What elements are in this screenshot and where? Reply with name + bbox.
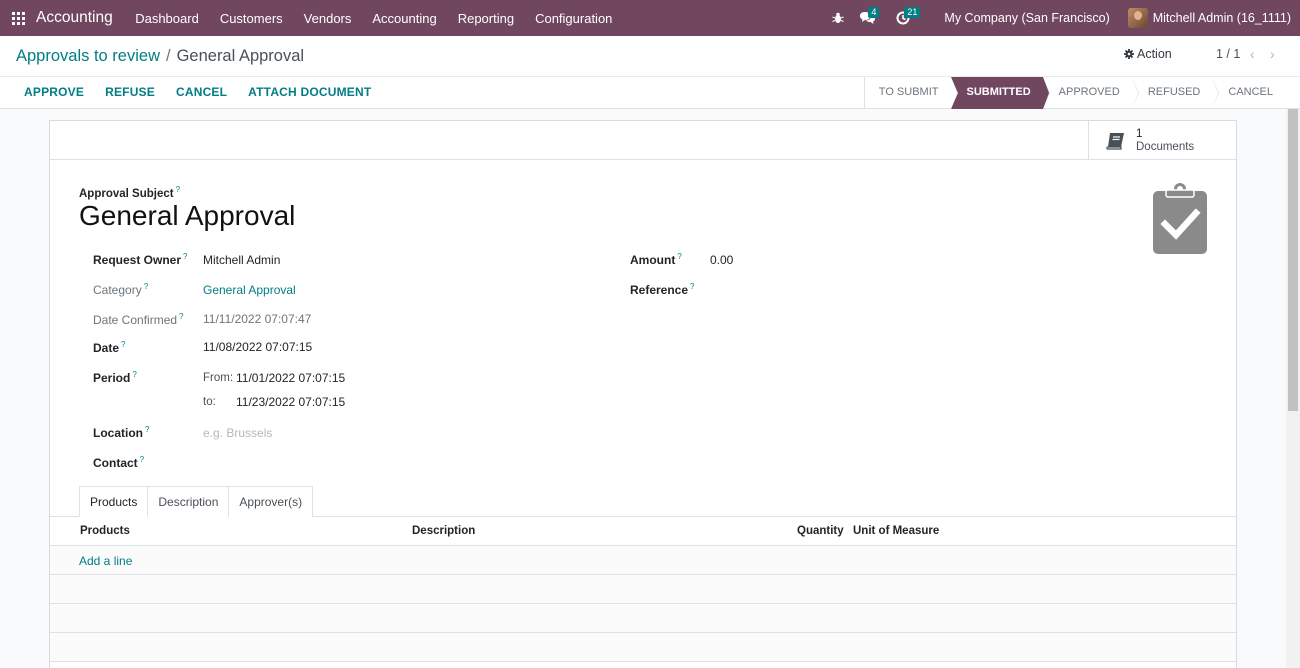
app-name[interactable]: Accounting bbox=[36, 9, 113, 27]
book-icon bbox=[1106, 132, 1124, 150]
category-label: Category? bbox=[93, 282, 149, 297]
location-label: Location? bbox=[93, 425, 150, 440]
activities-badge: 21 bbox=[904, 7, 921, 18]
documents-count: 1 bbox=[1136, 128, 1143, 140]
date-confirmed-label: Date Confirmed? bbox=[93, 312, 184, 327]
add-line-link[interactable]: Add a line bbox=[79, 554, 132, 568]
avatar bbox=[1127, 8, 1148, 28]
menu-configuration[interactable]: Configuration bbox=[525, 11, 623, 26]
column-products[interactable]: Products bbox=[80, 525, 130, 537]
messages-icon[interactable]: 4 bbox=[852, 0, 888, 36]
amount-field[interactable]: 0.00 bbox=[710, 253, 733, 267]
request-owner-field[interactable]: Mitchell Admin bbox=[203, 253, 280, 267]
menu-customers[interactable]: Customers bbox=[209, 11, 293, 26]
date-field[interactable]: 11/08/2022 07:07:15 bbox=[203, 340, 312, 354]
main-menu: Dashboard Customers Vendors Accounting R… bbox=[125, 11, 623, 26]
refuse-button[interactable]: REFUSE bbox=[105, 85, 155, 99]
help-icon[interactable]: ? bbox=[140, 455, 144, 464]
page-title[interactable]: General Approval bbox=[79, 200, 295, 232]
column-description[interactable]: Description bbox=[412, 525, 475, 537]
period-from-field[interactable]: 11/01/2022 07:07:15 bbox=[236, 371, 345, 385]
column-unit-of-measure[interactable]: Unit of Measure bbox=[853, 525, 939, 537]
breadcrumb-separator: / bbox=[165, 47, 171, 65]
help-icon[interactable]: ? bbox=[690, 282, 694, 291]
documents-label: Documents bbox=[1136, 141, 1195, 153]
help-icon[interactable]: ? bbox=[144, 282, 148, 291]
help-icon[interactable]: ? bbox=[179, 312, 183, 321]
notebook-tabs: Products Description Approver(s) bbox=[79, 486, 314, 517]
pager-previous-button[interactable]: ‹ bbox=[1250, 46, 1255, 62]
reference-label: Reference? bbox=[630, 282, 695, 297]
location-input[interactable]: e.g. Brussels bbox=[203, 426, 272, 440]
breadcrumb-parent[interactable]: Approvals to review bbox=[16, 47, 160, 66]
app-menu-icon[interactable] bbox=[0, 0, 36, 36]
stage-to-submit[interactable]: TO SUBMIT bbox=[865, 77, 958, 109]
help-icon[interactable]: ? bbox=[183, 252, 187, 261]
stage-approved[interactable]: APPROVED bbox=[1043, 77, 1139, 109]
help-icon[interactable]: ? bbox=[132, 370, 136, 379]
breadcrumb: Approvals to review / General Approval bbox=[16, 47, 304, 66]
help-icon[interactable]: ? bbox=[677, 252, 681, 261]
documents-smart-button[interactable]: 1 Documents bbox=[1088, 121, 1236, 160]
column-quantity[interactable]: Quantity bbox=[797, 525, 844, 537]
request-owner-label: Request Owner? bbox=[93, 252, 188, 267]
top-navbar: Accounting Dashboard Customers Vendors A… bbox=[0, 0, 1300, 36]
smart-button-box: 1 Documents bbox=[50, 121, 1236, 160]
table-row: Add a line bbox=[50, 546, 1236, 575]
form-sheet: 1 Documents Approval Subject? General Ap… bbox=[49, 120, 1237, 668]
stage-cancel[interactable]: CANCEL bbox=[1212, 77, 1285, 109]
company-switcher[interactable]: My Company (San Francisco) bbox=[944, 11, 1109, 25]
table-row bbox=[50, 575, 1236, 604]
contact-label: Contact? bbox=[93, 455, 145, 470]
period-to-field[interactable]: 11/23/2022 07:07:15 bbox=[236, 395, 345, 409]
reference-input[interactable] bbox=[710, 282, 1010, 298]
page-scrollbar[interactable] bbox=[1286, 109, 1300, 668]
table-header: Products Description Quantity Unit of Me… bbox=[50, 517, 1236, 546]
date-confirmed-value: 11/11/2022 07:07:47 bbox=[203, 312, 312, 326]
cancel-button[interactable]: CANCEL bbox=[176, 85, 227, 99]
user-menu[interactable]: Mitchell Admin (16_1111) bbox=[1127, 8, 1300, 28]
approve-button[interactable]: APPROVE bbox=[24, 85, 84, 99]
header-buttons: APPROVE REFUSE CANCEL ATTACH DOCUMENT bbox=[24, 85, 392, 99]
amount-label: Amount? bbox=[630, 252, 682, 267]
action-label: Action bbox=[1137, 47, 1172, 61]
menu-dashboard[interactable]: Dashboard bbox=[125, 11, 210, 26]
table-row bbox=[50, 633, 1236, 662]
stage-refused[interactable]: REFUSED bbox=[1132, 77, 1219, 109]
approval-subject-label: Approval Subject? bbox=[79, 185, 181, 200]
tab-products[interactable]: Products bbox=[79, 486, 149, 517]
date-label: Date? bbox=[93, 340, 126, 355]
period-from-label: From: bbox=[203, 372, 234, 384]
pager-value[interactable]: 1 / 1 bbox=[1216, 47, 1240, 61]
attach-document-button[interactable]: ATTACH DOCUMENT bbox=[248, 85, 371, 99]
control-panel: Approvals to review / General Approval A… bbox=[0, 36, 1300, 109]
messages-badge: 4 bbox=[868, 7, 880, 18]
status-bar: TO SUBMIT SUBMITTED APPROVED REFUSED CAN… bbox=[863, 77, 1285, 109]
activities-clock-icon[interactable]: 21 bbox=[888, 0, 924, 36]
help-icon[interactable]: ? bbox=[176, 185, 180, 194]
period-label: Period? bbox=[93, 370, 137, 385]
stage-submitted[interactable]: SUBMITTED bbox=[950, 77, 1050, 109]
menu-reporting[interactable]: Reporting bbox=[447, 11, 524, 26]
clipboard-check-icon bbox=[1152, 183, 1208, 258]
period-to-label: to: bbox=[203, 396, 216, 408]
tab-description[interactable]: Description bbox=[147, 486, 230, 517]
tab-approvers[interactable]: Approver(s) bbox=[228, 486, 314, 517]
contact-input[interactable] bbox=[203, 455, 503, 471]
help-icon[interactable]: ? bbox=[121, 340, 125, 349]
scrollbar-thumb[interactable] bbox=[1288, 109, 1298, 411]
debug-bug-icon[interactable] bbox=[824, 0, 852, 36]
action-menu-button[interactable]: Action bbox=[1124, 47, 1172, 61]
user-name: Mitchell Admin (16_1111) bbox=[1152, 11, 1291, 25]
table-row bbox=[50, 604, 1236, 633]
pager-next-button[interactable]: › bbox=[1270, 46, 1275, 62]
breadcrumb-current: General Approval bbox=[176, 47, 305, 65]
help-icon[interactable]: ? bbox=[145, 425, 149, 434]
gear-icon bbox=[1124, 49, 1134, 59]
menu-accounting[interactable]: Accounting bbox=[362, 11, 447, 26]
category-link[interactable]: General Approval bbox=[203, 283, 296, 297]
menu-vendors[interactable]: Vendors bbox=[293, 11, 362, 26]
